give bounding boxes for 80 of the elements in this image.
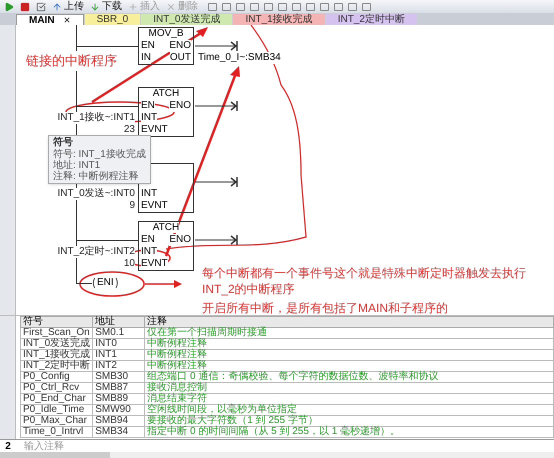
table-cell: P0_Ctrl_Rcv	[20, 382, 93, 394]
operand-label: INT_1接收~:INT1	[57, 112, 135, 124]
rung-wire	[76, 46, 138, 47]
compile-icon[interactable]	[36, 2, 46, 12]
table-cell: 指定中断 0 的时间间隔（从 5 到 255，以 1 毫秒递增）。	[144, 426, 554, 438]
annotation-arrow	[145, 280, 182, 288]
close-icon	[166, 2, 176, 12]
annotation-text: 开启所有中断，是所有包括了MAIN和子程序的	[202, 300, 448, 317]
function-block[interactable]: MOV_B EN ENO IN OUT	[138, 27, 194, 65]
pin-label: IN	[141, 52, 151, 64]
table-cell: 要接收的最大字符数（1 到 255 字节）	[144, 416, 554, 426]
function-block[interactable]: ATCH EN ENO INT EVNT	[138, 87, 194, 137]
table-cell: INT_0发送完成	[20, 338, 93, 350]
block-title: ATCH	[152, 222, 180, 233]
download-icon	[90, 2, 100, 12]
annotation-text: 链接的中断程序	[26, 51, 117, 70]
toolbar-button[interactable]: 上传	[52, 0, 84, 12]
table-cell: 消息结束字符	[144, 394, 554, 404]
table-cell: INT0	[92, 338, 145, 350]
tooltip-line: 地址: INT1	[53, 160, 102, 171]
toolbar-button[interactable]: 下载	[90, 0, 122, 12]
table-cell: SMW90	[92, 404, 145, 416]
table-cell: INT1	[92, 350, 145, 360]
plus-icon	[128, 2, 138, 12]
table-cell: INT_2定时中断	[20, 360, 93, 372]
operand-label: INT_2定时~:INT2	[57, 246, 135, 258]
highlight-ellipse	[79, 271, 145, 297]
editor-tab[interactable]: INT_2定时中断	[326, 14, 417, 25]
table-cell: SMB30	[92, 372, 145, 382]
table-cell: P0_End_Char	[20, 394, 93, 404]
table-cell: SMB94	[92, 416, 145, 426]
pin-label: EVNT	[141, 258, 168, 270]
table-cell: SMB34	[92, 426, 145, 438]
table-cell: 中断例程注释	[144, 338, 554, 350]
table-cell: P0_Max_Char	[20, 416, 93, 426]
table-cell: 中断例程注释	[144, 350, 554, 360]
tooltip-line: 注释: 中断例程注释	[53, 171, 140, 182]
table-cell: SMB87	[92, 382, 145, 394]
block-title: MOV_B	[148, 28, 184, 39]
operand-label: INT_0发送~:INT0	[57, 188, 135, 200]
column-header: 符号	[20, 316, 93, 328]
pin-label: ENO	[169, 100, 191, 112]
column-header: 地址	[92, 316, 145, 328]
editor-tab[interactable]: INT_1接收完成	[233, 14, 325, 25]
table-cell: P0_Idle_Time	[20, 404, 93, 416]
annotation-text: 每个中断都有一个事件号这个就是特殊中断定时器触发去执行INT_2的中断程序	[202, 265, 527, 297]
table-cell: 组态端口 0 通信：奇偶校验、每个字符的数据位数、波特率和协议	[144, 372, 554, 382]
table-cell: P0_Config	[20, 372, 93, 382]
editor-tab[interactable]: MAIN	[16, 14, 84, 25]
tooltip-line: 符号: INT_1接收完成	[53, 149, 146, 160]
table-cell: SMB89	[92, 394, 145, 404]
network-number: 2	[4, 440, 12, 454]
upload-icon	[52, 2, 62, 12]
stop-icon[interactable]	[20, 2, 30, 12]
editor-tab[interactable]: INT_0发送完成	[141, 14, 232, 25]
table-cell: First_Scan_On	[20, 328, 93, 338]
table-cell: 仅在第一个扫描周期时接通	[144, 328, 554, 338]
horizontal-scrollbar[interactable]	[0, 452, 554, 458]
operand-label: Time_0_I~:SMB34	[198, 52, 281, 64]
pin-label: INT	[141, 112, 158, 124]
close-icon[interactable]	[62, 16, 71, 24]
pin-label: ENO	[169, 40, 191, 52]
table-cell: SM0.1	[92, 328, 145, 338]
coil: ENI	[92, 277, 119, 289]
tooltip-title: 符号	[53, 137, 74, 149]
rung-wire	[76, 282, 92, 284]
table-cell: Time_0_Intrvl	[20, 426, 93, 438]
rung-wire	[76, 240, 138, 241]
table-cell: 空闲线时间段，以毫秒为单位指定	[144, 404, 554, 416]
pin-label: ENO	[169, 234, 191, 246]
editor-tab[interactable]: SBR_0	[84, 14, 140, 25]
function-block[interactable]: ATCH EN ENO INT EVNT	[138, 221, 194, 271]
table-cell: 接收消息控制	[144, 382, 554, 394]
run-icon[interactable]	[4, 2, 14, 12]
block-title: ATCH	[152, 88, 180, 99]
table-cell: INT2	[92, 360, 145, 372]
rung-wire	[76, 106, 138, 107]
table-cell: 中断例程注释	[144, 360, 554, 372]
table-cell: INT_1接收完成	[20, 350, 93, 360]
column-header: 注释	[144, 316, 554, 328]
